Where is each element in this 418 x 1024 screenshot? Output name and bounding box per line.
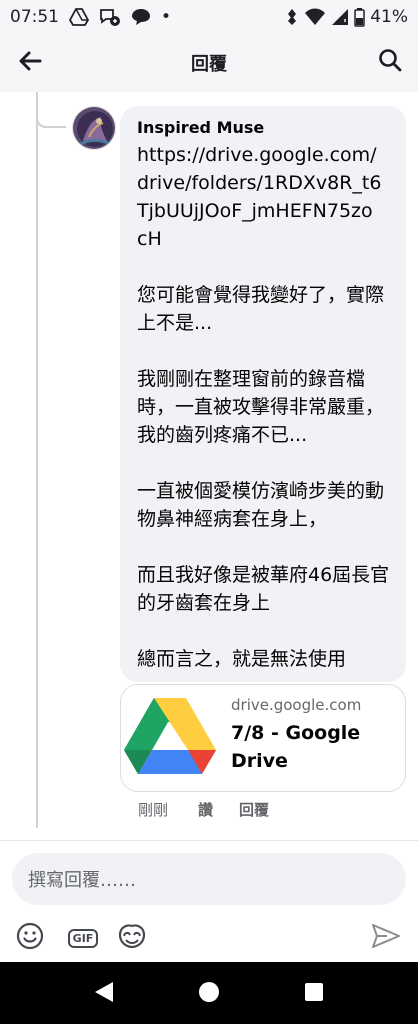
comment-link[interactable]: https://drive.google.com/drive/folders/1… [137,141,382,253]
reply-placeholder: 撰寫回覆…… [28,870,136,891]
reply-toolbar: GIF [0,918,418,958]
link-preview-card[interactable]: drive.google.com 7/8 - Google Drive [120,684,406,792]
link-domain: drive.google.com [231,696,362,714]
page-title: 回覆 [191,54,227,75]
gif-label: GIF [67,928,99,948]
send-button[interactable] [370,922,402,954]
comment-paragraph: 總而言之，就是無法使用 [137,648,347,670]
google-drive-logo-icon [121,685,219,791]
comment-paragraph: 一直被個愛模仿濱崎步美的動物鼻神經病套在身上， [137,480,385,530]
search-button[interactable] [374,46,406,78]
sticker-button[interactable] [116,922,148,954]
comment-author[interactable]: Inspired Muse [137,118,390,138]
sticker-icon [117,922,147,954]
battery-icon [354,7,365,27]
reply-input[interactable]: 撰寫回覆…… [12,853,406,905]
back-button[interactable] [14,48,46,78]
comment-timestamp[interactable]: 剛剛 [138,800,168,820]
top-bar: 回覆 [0,34,418,92]
vibrate-icon [285,8,299,26]
comment-actions: 剛剛 讚 回覆 [138,800,269,820]
gif-button[interactable]: GIF [66,922,100,954]
signal-icon [331,8,349,26]
status-dot: • [161,7,172,27]
status-bar: 07:51 • 41% [0,0,418,34]
reply-button[interactable]: 回覆 [239,800,269,820]
emoji-button[interactable] [14,922,46,954]
comment-bubble[interactable]: Inspired Muse https://drive.google.com/d… [120,106,406,682]
nav-recents-button[interactable] [300,980,328,1008]
square-recents-icon [304,982,324,1006]
smiley-icon [16,922,44,954]
send-icon [371,922,401,954]
divider [0,840,418,841]
arrow-left-icon [18,51,42,75]
drive-icon [69,8,89,26]
nav-back-button[interactable] [90,980,118,1008]
link-title: 7/8 - Google Drive [231,722,361,772]
comment-paragraph: 我剛剛在整理窗前的錄音檔時，一直被攻擊得非常嚴重，我的齒列疼痛不已... [137,368,385,446]
search-icon [378,48,402,76]
comment-thread: Inspired Muse https://drive.google.com/d… [0,92,418,840]
nav-home-button[interactable] [195,980,223,1008]
status-time: 07:51 [10,7,59,27]
comment-paragraph: 您可能會覺得我變好了，實際上不是... [137,284,385,334]
thread-branch [36,92,66,128]
triangle-back-icon [93,980,115,1008]
avatar[interactable] [72,106,116,150]
android-nav-bar [0,962,418,1024]
battery-percent: 41% [370,7,408,27]
chat-bubble-icon [131,8,151,26]
wifi-icon [304,8,326,26]
thread-line [36,92,38,828]
comment-paragraph: 而且我好像是被華府46屆長官的牙齒套在身上 [137,564,390,614]
circle-home-icon [198,981,220,1007]
like-button[interactable]: 讚 [198,800,213,820]
messenger-icon [99,7,121,27]
